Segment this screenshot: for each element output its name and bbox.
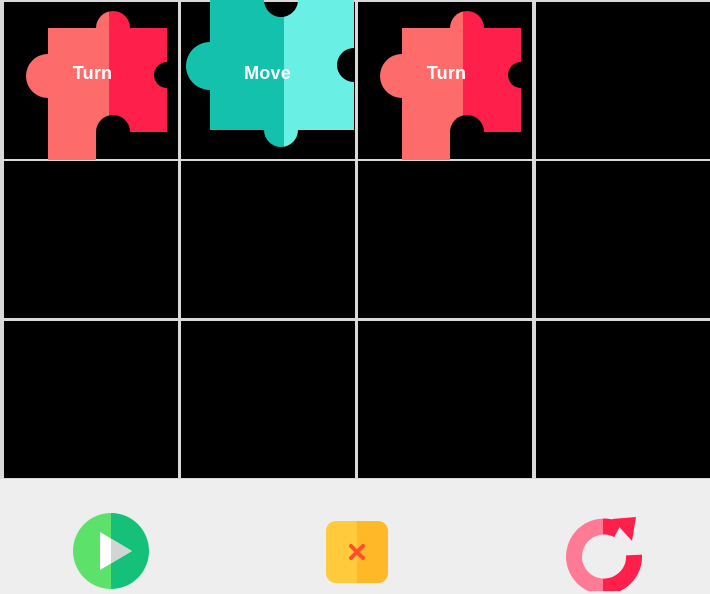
slot-2-label: Move bbox=[244, 63, 291, 83]
slot-3[interactable]: Turn bbox=[358, 0, 535, 160]
reset-button[interactable] bbox=[566, 515, 642, 591]
turn-piece[interactable]: Turn bbox=[358, 0, 535, 160]
slot-4[interactable] bbox=[536, 2, 710, 159]
play-button[interactable] bbox=[73, 513, 149, 589]
control-toolbar bbox=[0, 479, 710, 594]
slot-8[interactable] bbox=[536, 161, 710, 318]
slot-2[interactable]: Move bbox=[179, 0, 356, 160]
slot-1-label: Turn bbox=[72, 63, 113, 83]
slot-3-label: Turn bbox=[426, 63, 467, 83]
slot-11[interactable] bbox=[358, 321, 532, 478]
move-piece[interactable]: Move bbox=[179, 0, 356, 160]
slot-10[interactable] bbox=[181, 321, 355, 478]
turn-piece[interactable]: Turn bbox=[4, 0, 181, 160]
play-icon bbox=[73, 513, 149, 589]
slot-6[interactable] bbox=[181, 161, 355, 318]
slot-9[interactable] bbox=[4, 321, 178, 478]
reset-icon bbox=[566, 517, 642, 591]
slot-7[interactable] bbox=[358, 161, 532, 318]
delete-icon bbox=[326, 521, 388, 583]
program-grid: Turn Move Turn bbox=[0, 0, 710, 479]
slot-5[interactable] bbox=[4, 161, 178, 318]
slot-12[interactable] bbox=[536, 321, 710, 478]
delete-button[interactable] bbox=[326, 521, 388, 583]
slot-1[interactable]: Turn bbox=[4, 0, 181, 160]
puzzle-program-app: Turn Move Turn bbox=[0, 0, 710, 594]
